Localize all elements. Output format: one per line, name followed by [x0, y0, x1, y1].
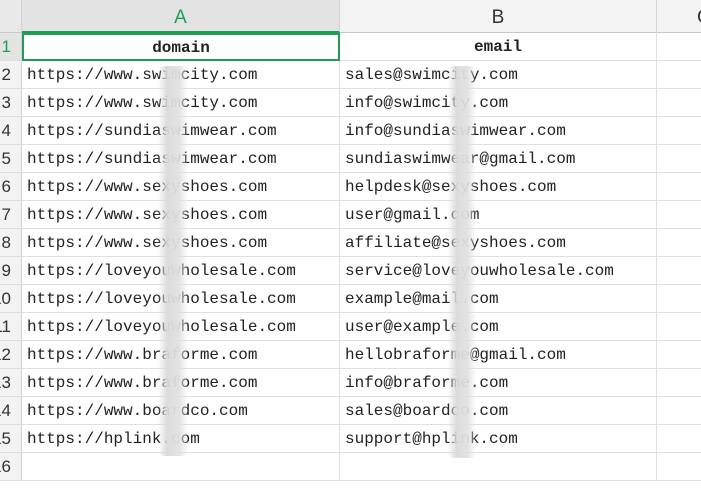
- column-header-a[interactable]: A: [22, 0, 340, 33]
- cell-email[interactable]: support@hplink.com: [340, 425, 657, 453]
- row-header[interactable]: 16: [0, 453, 22, 481]
- cell-domain[interactable]: [22, 453, 340, 481]
- row-number: 2: [1, 65, 11, 84]
- cell-email[interactable]: affiliate@sexyshoes.com: [340, 229, 657, 257]
- row-number: 9: [1, 261, 11, 280]
- column-header-b[interactable]: B: [340, 0, 657, 33]
- cell-email[interactable]: info@swimcity.com: [340, 89, 657, 117]
- cell-c[interactable]: [657, 369, 701, 397]
- cell-c[interactable]: [657, 61, 701, 89]
- cell-email[interactable]: sales@boardco.com: [340, 397, 657, 425]
- row-number: 12: [0, 345, 11, 364]
- cell-c[interactable]: [657, 285, 701, 313]
- select-all-corner[interactable]: [0, 0, 22, 33]
- cell-email[interactable]: helpdesk@sexyshoes.com: [340, 173, 657, 201]
- cell-c[interactable]: [657, 257, 701, 285]
- cell-c[interactable]: [657, 33, 701, 61]
- cell-email[interactable]: sundiaswimwear@gmail.com: [340, 145, 657, 173]
- cell-email[interactable]: user@gmail.com: [340, 201, 657, 229]
- row-header[interactable]: 13: [0, 369, 22, 397]
- cell-c[interactable]: [657, 341, 701, 369]
- cell-b1-header[interactable]: email: [340, 33, 657, 61]
- row-number: 11: [0, 317, 11, 336]
- row-header[interactable]: 8: [0, 229, 22, 257]
- row-header[interactable]: 5: [0, 145, 22, 173]
- row-number: 7: [1, 205, 11, 224]
- row-number: 15: [0, 429, 11, 448]
- row-number: 4: [1, 121, 11, 140]
- cell-email[interactable]: service@loveyouwholesale.com: [340, 257, 657, 285]
- cell-email[interactable]: example@mail.com: [340, 285, 657, 313]
- cell-a1-header[interactable]: domain: [22, 33, 340, 61]
- row-number: 6: [1, 177, 11, 196]
- cell-c[interactable]: [657, 425, 701, 453]
- cell-c[interactable]: [657, 313, 701, 341]
- cell-email[interactable]: sales@swimcity.com: [340, 61, 657, 89]
- row-header[interactable]: 9: [0, 257, 22, 285]
- row-number: 14: [0, 401, 11, 420]
- redaction-smear: [158, 66, 188, 456]
- cell-c[interactable]: [657, 117, 701, 145]
- row-header[interactable]: 6: [0, 173, 22, 201]
- row-header[interactable]: 14: [0, 397, 22, 425]
- row-number: 10: [0, 289, 11, 308]
- cell-email[interactable]: info@braforme.com: [340, 369, 657, 397]
- row-number: 1: [1, 37, 11, 56]
- column-header-c[interactable]: C: [657, 0, 701, 33]
- spreadsheet-grid: A B C 1domainemail2https://www.swimcity.…: [0, 0, 701, 491]
- row-number: 8: [1, 233, 11, 252]
- row-header[interactable]: 10: [0, 285, 22, 313]
- row-header[interactable]: 15: [0, 425, 22, 453]
- row-header[interactable]: 2: [0, 61, 22, 89]
- cell-c[interactable]: [657, 229, 701, 257]
- row-header[interactable]: 11: [0, 313, 22, 341]
- row-header[interactable]: 7: [0, 201, 22, 229]
- row-header[interactable]: 12: [0, 341, 22, 369]
- cell-email[interactable]: [340, 453, 657, 481]
- redaction-smear: [448, 66, 476, 458]
- row-number: 13: [0, 373, 11, 392]
- cell-c[interactable]: [657, 453, 701, 481]
- row-header[interactable]: 1: [0, 33, 22, 61]
- row-header[interactable]: 4: [0, 117, 22, 145]
- cell-c[interactable]: [657, 145, 701, 173]
- cell-email[interactable]: hellobraforme@gmail.com: [340, 341, 657, 369]
- row-number: 5: [1, 149, 11, 168]
- row-number: 16: [0, 457, 11, 476]
- cell-c[interactable]: [657, 201, 701, 229]
- cell-email[interactable]: user@example.com: [340, 313, 657, 341]
- row-header[interactable]: 3: [0, 89, 22, 117]
- cell-c[interactable]: [657, 173, 701, 201]
- cell-email[interactable]: info@sundiaswimwear.com: [340, 117, 657, 145]
- row-number: 3: [1, 93, 11, 112]
- cell-c[interactable]: [657, 397, 701, 425]
- cell-c[interactable]: [657, 89, 701, 117]
